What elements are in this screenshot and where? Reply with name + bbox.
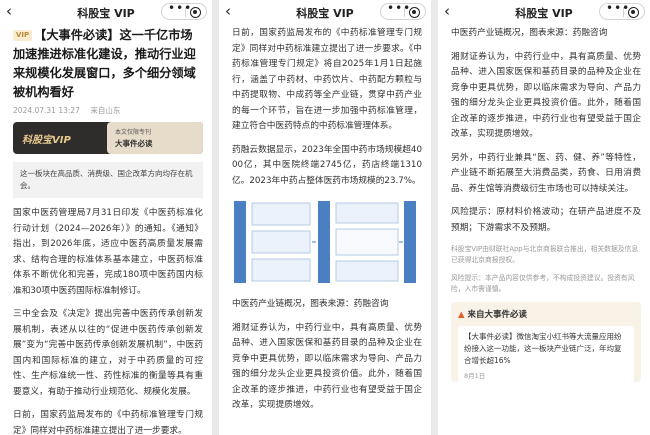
top-bar: ‹ 科股宝 VIP ••• xyxy=(0,0,212,24)
paragraph: 国家中医药管理局7月31日印发《中医药标准化行动计划（2024—2026年）》的… xyxy=(13,208,203,296)
article-body: 中医药产业链概况，图表来源：药融咨询 湘财证券认为，中药行业中，具有高质量、优势… xyxy=(451,26,641,387)
chain-stage-midstream xyxy=(318,201,330,283)
paragraph: 另外，中药行业兼具“医、药、健、养”等特性，产业链不断拓展至大消费品类，药食、日… xyxy=(451,152,641,194)
chain-node xyxy=(335,260,399,282)
source-disclaimer: 科股宝VIP由财联社App与北京商报联合推出，相关数据及信息已获得北京商报授权。 xyxy=(451,245,639,264)
chain-node xyxy=(251,258,311,282)
top-bar: ‹ 科股宝 VIP ••• xyxy=(219,0,431,24)
more-icon[interactable]: ••• xyxy=(387,1,411,15)
article-body: 日前，国家药监局发布的《中药标准管理专门规定》同样对中药标准建立提出了进一步要求… xyxy=(232,26,422,422)
industry-chain-diagram xyxy=(234,201,416,283)
paragraph: 日前，国家药监局发布的《中药标准管理专门规定》同样对中药标准建立提出了进一步要求… xyxy=(232,28,422,131)
article-panel-3: ‹ 科股宝 VIP ••• 中医药产业链概况，图表来源：药融咨询 湘财证券认为，… xyxy=(438,0,650,435)
article-panel-2: ‹ 科股宝 VIP ••• 日前，国家药监局发布的《中药标准管理专门规定》同样对… xyxy=(219,0,431,435)
more-icon[interactable]: ••• xyxy=(606,1,630,15)
banner-column-name: 大事件必读 xyxy=(115,139,153,148)
related-article-title: 【大事件必读】微信淘宝小红书等大流量应用纷纷接入这一功能，这一板块产业链广泛，年… xyxy=(464,332,622,365)
article-body: VIP 【大事件必读】这一千亿市场加速推进标准化建设，推动行业迎来规模化发展窗口，… xyxy=(13,26,203,435)
chain-stage-downstream xyxy=(404,201,416,283)
risk-warning: 风险提示：原材料价格波动；在研产品进度不及预期；下游需求不及预期。 xyxy=(451,207,641,233)
paragraph: 三中全会及《决定》提出完善中医药传承创新发展机制，表述从以往的“促进中医药传承创… xyxy=(13,309,203,397)
flame-icon: ▲ xyxy=(458,310,465,320)
risk-disclaimer: 风险提示：本产品内容仅供参考，不构成投资建议。投资有风险，入市需谨慎。 xyxy=(451,274,635,293)
chain-node xyxy=(251,230,311,254)
top-bar: ‹ 科股宝 VIP ••• xyxy=(438,0,650,24)
mini-program-capsule: ••• xyxy=(161,1,207,20)
article-panel-1: ‹ 科股宝 VIP ••• VIP 【大事件必读】这一千亿市场加速推进标准化建设，… xyxy=(0,0,212,435)
banner-subtitle: 本文仅限专刊 xyxy=(115,129,152,136)
target-icon[interactable] xyxy=(190,7,201,18)
summary-quote: 这一板块在高品质、消费级、国企改革方向均存在机会。 xyxy=(13,162,203,198)
vip-badge: VIP xyxy=(13,30,33,41)
paragraph: 湘财证券认为，中药行业中，具有高质量、优势品种、进入国家医保和基药目录的品种及企… xyxy=(451,51,641,140)
chain-node xyxy=(335,228,399,256)
banner-logo: 科股宝VIP xyxy=(22,135,71,146)
more-icon[interactable]: ••• xyxy=(168,1,192,15)
publish-date: 2024.07.31 13:27 xyxy=(13,106,80,115)
chain-stage-upstream xyxy=(234,201,246,283)
figure-caption: 中医药产业链概况，图表来源：药融咨询 xyxy=(232,299,389,309)
related-article-card[interactable]: 【大事件必读】微信淘宝小红书等大流量应用纷纷接入这一功能，这一板块产业链广泛，年… xyxy=(458,326,634,387)
vip-banner: 科股宝VIP 本文仅限专刊 大事件必读 xyxy=(13,122,203,154)
related-header: ▲ 来自大事件必读 xyxy=(458,310,528,320)
chain-node xyxy=(251,202,311,226)
article-meta: 2024.07.31 13:27 来自山东 xyxy=(13,105,203,116)
target-icon[interactable] xyxy=(628,7,639,18)
related-articles: ▲ 来自大事件必读 【大事件必读】微信淘宝小红书等大流量应用纷纷接入这一功能，这… xyxy=(451,302,641,387)
mini-program-capsule: ••• xyxy=(599,1,645,20)
paragraph: 日前，国家药监局发布的《中药标准管理专门规定》同样对中药标准建立提出了进一步要求… xyxy=(13,410,203,435)
paragraph: 药融云数据显示，2023年全国中药市场规模超4000亿，其中医院终端2745亿，… xyxy=(232,144,422,186)
target-icon[interactable] xyxy=(409,7,420,18)
industry-chain-figure xyxy=(232,197,422,287)
article-headline: VIP 【大事件必读】这一千亿市场加速推进标准化建设，推动行业迎来规模化发展窗口，… xyxy=(13,28,196,99)
related-article-date: 8月1日 xyxy=(464,372,486,380)
mini-program-capsule: ••• xyxy=(380,1,426,20)
source-location: 来自山东 xyxy=(90,106,121,115)
chain-node xyxy=(335,202,399,224)
figure-caption: 中医药产业链概况，图表来源：药融咨询 xyxy=(451,28,608,38)
paragraph: 湘财证券认为，中药行业中，具有高质量、优势品种、进入国家医保和基药目录的品种及企… xyxy=(232,322,422,411)
